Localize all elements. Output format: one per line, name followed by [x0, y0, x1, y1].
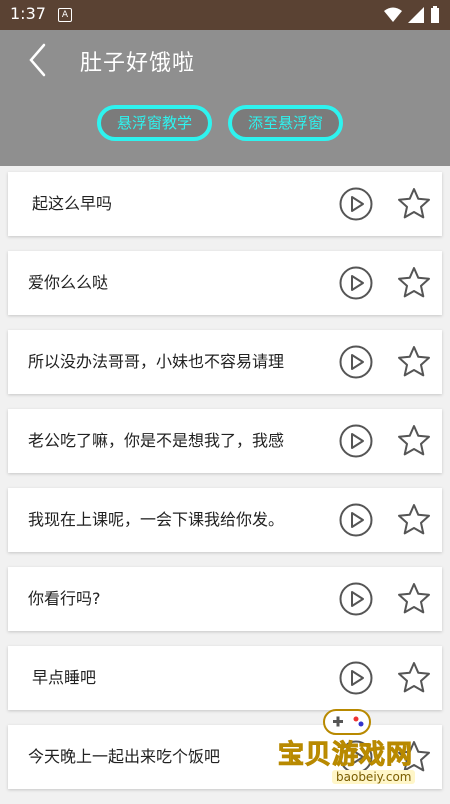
notification-a-icon: A — [58, 8, 72, 22]
battery-icon — [431, 6, 439, 23]
status-icons — [384, 6, 440, 24]
gamepad-icon — [323, 709, 371, 735]
play-icon[interactable] — [338, 186, 374, 222]
floating-window-tutorial-button[interactable]: 悬浮窗教学 — [97, 105, 212, 141]
star-icon[interactable] — [396, 660, 432, 696]
watermark-logo: 宝贝游戏网 baobeiy.com — [268, 704, 446, 796]
play-icon[interactable] — [338, 660, 374, 696]
status-bar: 1:37 A — [0, 0, 450, 30]
page-title: 肚子好饿啦 — [80, 51, 196, 76]
phrase-text: 所以没办法哥哥，小妹也不容易请理 — [28, 352, 285, 371]
play-icon[interactable] — [338, 502, 374, 538]
play-icon[interactable] — [338, 423, 374, 459]
star-icon[interactable] — [396, 502, 432, 538]
phrase-text: 早点睡吧 — [32, 668, 97, 687]
list-item[interactable]: 起这么早吗 — [8, 172, 442, 236]
play-icon[interactable] — [338, 265, 374, 301]
star-icon[interactable] — [396, 186, 432, 222]
play-icon[interactable] — [338, 344, 374, 380]
list-item[interactable]: 老公吃了嘛，你是不是想我了，我感 — [8, 409, 442, 473]
header: 肚子好饿啦 悬浮窗教学 添至悬浮窗 — [0, 30, 450, 166]
star-icon[interactable] — [396, 581, 432, 617]
watermark-url: baobeiy.com — [332, 770, 416, 784]
star-icon[interactable] — [396, 344, 432, 380]
list-item[interactable]: 早点睡吧 — [8, 646, 442, 710]
signal-icon — [408, 7, 424, 23]
star-icon[interactable] — [396, 265, 432, 301]
back-arrow-icon[interactable] — [24, 42, 54, 78]
phrase-text: 你看行吗? — [28, 589, 101, 608]
list-item[interactable]: 你看行吗? — [8, 567, 442, 631]
phrase-text: 爱你么么哒 — [28, 273, 109, 292]
star-icon[interactable] — [396, 423, 432, 459]
phrase-text: 老公吃了嘛，你是不是想我了，我感 — [28, 431, 285, 450]
phrase-text: 我现在上课呢，一会下课我给你发。 — [28, 510, 285, 529]
play-icon[interactable] — [338, 581, 374, 617]
list-item[interactable]: 所以没办法哥哥，小妹也不容易请理 — [8, 330, 442, 394]
list-item[interactable]: 爱你么么哒 — [8, 251, 442, 315]
add-to-floating-window-button[interactable]: 添至悬浮窗 — [228, 105, 343, 141]
phrase-text: 起这么早吗 — [32, 194, 113, 213]
wifi-icon — [384, 7, 402, 22]
watermark-text: 宝贝游戏网 — [277, 740, 414, 771]
list-item[interactable]: 我现在上课呢，一会下课我给你发。 — [8, 488, 442, 552]
status-time: 1:37 — [10, 4, 46, 23]
